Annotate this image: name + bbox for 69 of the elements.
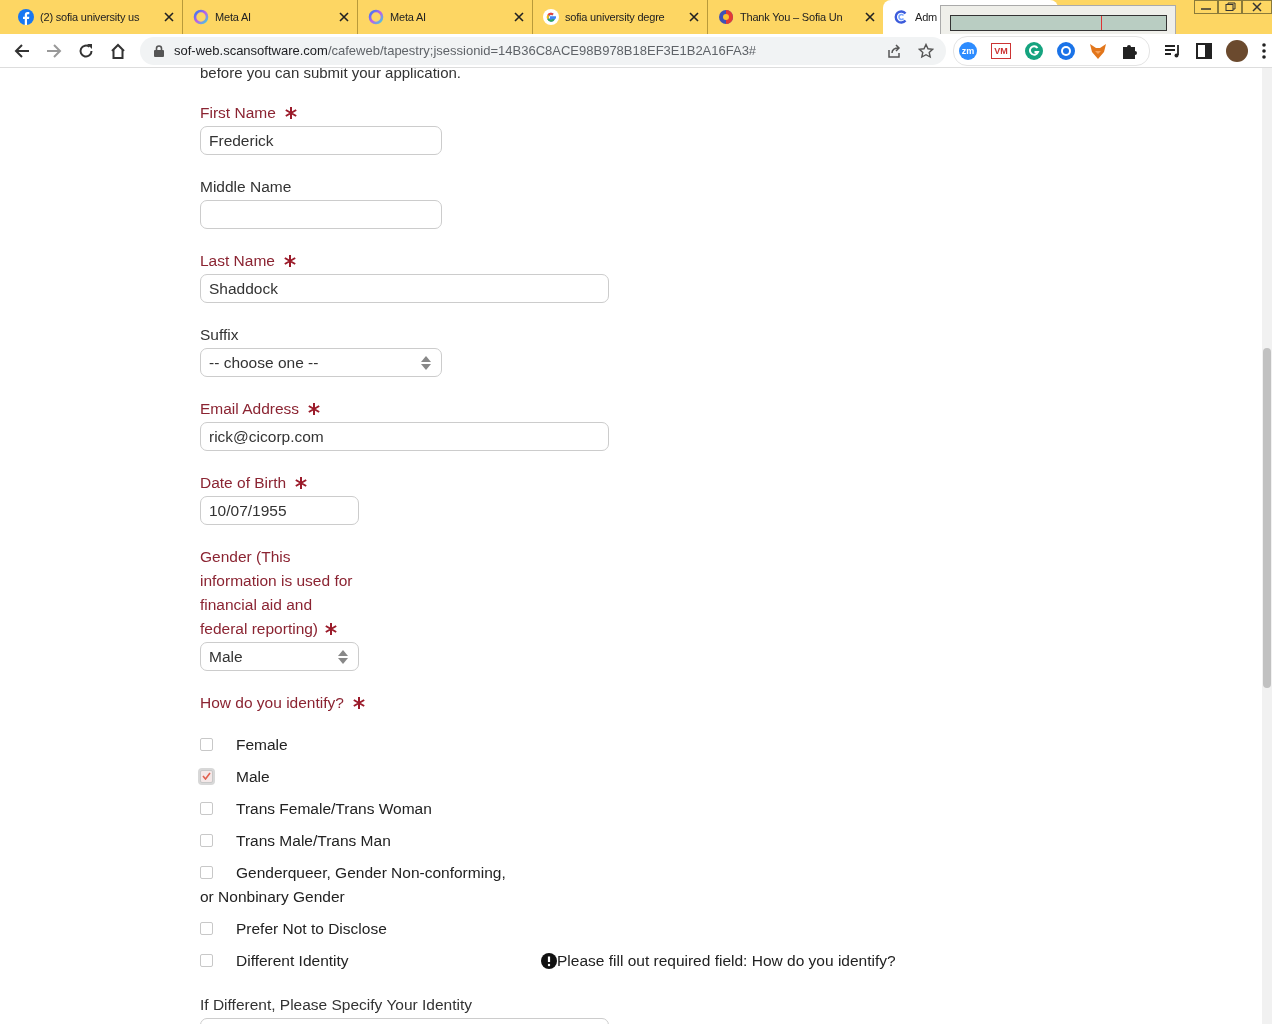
checkbox-label[interactable]: Trans Female/Trans Woman	[236, 797, 432, 821]
close-icon[interactable]	[514, 12, 524, 22]
forward-icon[interactable]	[46, 42, 62, 59]
checkbox[interactable]	[200, 834, 213, 847]
field-label: How do you identify?	[200, 693, 344, 713]
browser-tab[interactable]: Thank You – Sofia Un	[708, 0, 883, 34]
select-field[interactable]: -- choose one --	[200, 348, 442, 377]
ring-icon	[368, 9, 384, 25]
grammar-extension-icon[interactable]	[1025, 41, 1043, 60]
lock-icon	[154, 44, 164, 57]
more-icon[interactable]	[1262, 42, 1266, 59]
field-label: Date of Birth	[200, 473, 287, 493]
media-icon[interactable]	[1164, 42, 1182, 59]
ring-icon	[193, 9, 209, 25]
text-field[interactable]: 10/07/1955	[200, 496, 359, 525]
up-down-arrows-icon	[421, 355, 431, 370]
field-label: Suffix	[200, 325, 239, 345]
checkbox[interactable]	[200, 866, 213, 879]
minimize-icon[interactable]	[1194, 0, 1218, 14]
text-field[interactable]: Frederick	[200, 126, 442, 155]
side-panel-icon[interactable]	[1196, 42, 1212, 59]
scrollbar-thumb[interactable]	[1263, 348, 1271, 688]
checkbox[interactable]	[200, 770, 213, 783]
c-logo-icon	[893, 9, 909, 25]
close-window-icon[interactable]	[1242, 0, 1272, 14]
facebook-icon	[18, 9, 34, 25]
checkbox-label[interactable]: Male	[236, 765, 270, 789]
error-message: Please fill out required field: How do you identify?	[557, 951, 896, 971]
close-icon[interactable]	[689, 12, 699, 22]
target-extension-icon[interactable]	[1057, 41, 1075, 60]
field-label: If Different, Please Specify Your Identity	[200, 995, 472, 1015]
google-icon	[543, 9, 559, 25]
field-label: Last Name	[200, 251, 275, 271]
checkbox[interactable]	[200, 738, 213, 751]
field-label: Gender (This information is used for financial aid and federal reporting)	[200, 548, 353, 637]
close-icon[interactable]	[339, 12, 349, 22]
checkbox-label[interactable]: Genderqueer, Gender Non-conforming, or Nonbinary Gender	[200, 861, 515, 909]
checkbox-label[interactable]: Trans Male/Trans Man	[236, 829, 391, 853]
close-icon[interactable]	[865, 12, 875, 22]
checkbox[interactable]	[200, 954, 213, 967]
checkbox[interactable]	[200, 922, 213, 935]
field-label: Middle Name	[200, 177, 292, 197]
text-field[interactable]: Shaddock	[200, 274, 609, 303]
avatar-icon[interactable]	[1226, 39, 1248, 62]
close-icon[interactable]	[164, 12, 174, 22]
intro-text: before you can submit your application.	[200, 68, 462, 83]
address-bar[interactable]: sof-web.scansoftware.com/cafeweb/tapestry;jsessionid=14B36C8ACE98B978B18EF3E1B2A16FA3#	[140, 36, 946, 65]
text-field[interactable]	[200, 200, 442, 229]
check-icon	[202, 772, 211, 780]
scrollbar[interactable]	[1262, 68, 1272, 1024]
text-field[interactable]: rick@cicorp.com	[200, 422, 609, 451]
up-down-arrows-icon	[338, 649, 348, 664]
field-label: Email Address	[200, 399, 300, 419]
fox-extension-icon[interactable]	[1089, 41, 1107, 60]
reload-icon[interactable]	[78, 42, 94, 59]
checkbox-label[interactable]: Female	[236, 733, 288, 757]
select-field[interactable]: Male	[200, 642, 359, 671]
checkbox[interactable]	[200, 802, 213, 815]
alert-icon	[541, 953, 557, 969]
back-icon[interactable]	[14, 42, 30, 59]
star-icon[interactable]	[918, 42, 934, 59]
checkbox-label[interactable]: Different Identity	[236, 949, 349, 973]
vm-extension-icon[interactable]: VM	[991, 42, 1011, 59]
share-icon[interactable]	[886, 42, 902, 59]
restore-icon[interactable]	[1218, 0, 1242, 14]
globe-icon	[718, 9, 734, 25]
checkbox-label[interactable]: Prefer Not to Disclose	[236, 917, 387, 941]
home-icon[interactable]	[110, 42, 126, 59]
field-label: First Name	[200, 103, 276, 123]
